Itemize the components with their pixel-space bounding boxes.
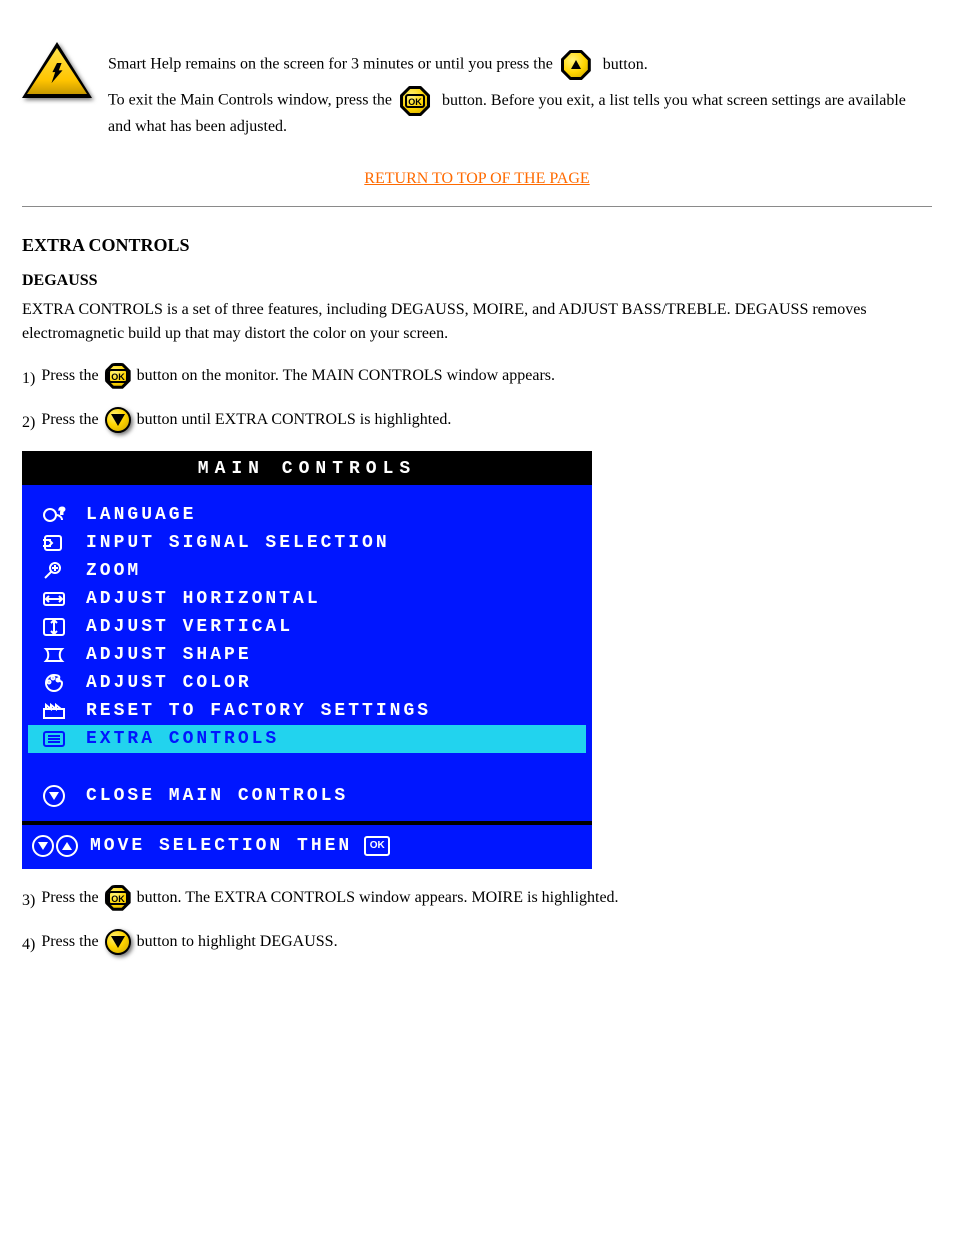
osd-item-adjust-vertical: ADJUST VERTICAL (28, 613, 586, 641)
osd-item-adjust-color: ADJUST COLOR (28, 669, 586, 697)
osd-close-label: CLOSE MAIN CONTROLS (86, 786, 348, 806)
osd-item-language: ? LANGUAGE (28, 501, 586, 529)
step3-b: button. The EXTRA CONTROLS window appear… (137, 885, 619, 911)
degauss-subheading: DEGAUSS (22, 272, 932, 290)
step1-a: Press the (41, 363, 98, 389)
osd-item-label: ADJUST HORIZONTAL (86, 589, 576, 609)
warning-text: Smart Help remains on the screen for 3 m… (108, 50, 932, 144)
extra-intro: EXTRA CONTROLS is a set of three feature… (22, 298, 932, 344)
osd-item-label: LANGUAGE (86, 505, 576, 525)
input-signal-icon (38, 532, 70, 554)
ok-button-icon: OK (105, 363, 131, 389)
extra-controls-heading: EXTRA CONTROLS (22, 235, 932, 256)
up-arrow-button-icon (561, 50, 591, 80)
step-number: 1) (22, 363, 35, 395)
warning-para-2: To exit the Main Controls window, press … (108, 86, 932, 138)
down-arrow-button-icon (105, 407, 131, 433)
svg-text:OK: OK (111, 894, 125, 904)
adjust-vertical-icon (38, 616, 70, 638)
osd-gap (28, 753, 586, 779)
osd-item-label: INPUT SIGNAL SELECTION (86, 533, 576, 553)
osd-item-input-signal: INPUT SIGNAL SELECTION (28, 529, 586, 557)
step2-a: Press the (41, 407, 98, 433)
osd-item-label: ADJUST VERTICAL (86, 617, 576, 637)
osd-item-label: ADJUST COLOR (86, 673, 576, 693)
osd-item-adjust-horizontal: ADJUST HORIZONTAL (28, 585, 586, 613)
adjust-shape-icon (38, 644, 70, 666)
section-divider (22, 206, 932, 207)
language-icon: ? (38, 504, 70, 526)
ok-button-icon: OK (105, 885, 131, 911)
warning-glyph (46, 61, 68, 87)
osd-item-adjust-shape: ADJUST SHAPE (28, 641, 586, 669)
down-arrow-button-icon (105, 929, 131, 955)
return-link-wrap: RETURN TO TOP OF THE PAGE (22, 144, 932, 188)
adjust-horizontal-icon (38, 588, 70, 610)
svg-text:?: ? (59, 507, 67, 518)
return-to-top-link[interactable]: RETURN TO TOP OF THE PAGE (364, 170, 589, 188)
extra-controls-icon (38, 728, 70, 750)
warning-icon (22, 42, 92, 98)
osd-updown-icon (32, 835, 78, 857)
osd-ok-icon: OK (364, 836, 390, 856)
osd-main-controls: MAIN CONTROLS ? LANGUAGE INPUT SIGNAL SE… (22, 451, 592, 869)
warning-para-1: Smart Help remains on the screen for 3 m… (108, 50, 932, 80)
reset-factory-icon (38, 700, 70, 722)
osd-title: MAIN CONTROLS (22, 451, 592, 485)
step1-b: button on the monitor. The MAIN CONTROLS… (137, 363, 555, 389)
step-number: 3) (22, 885, 35, 917)
zoom-icon (38, 560, 70, 582)
step2-b: button until EXTRA CONTROLS is highlight… (137, 407, 452, 433)
step-4: 4) Press the button to highlight DEGAUSS… (22, 929, 932, 961)
warning-p2-a: To exit the Main Controls window, press … (108, 92, 392, 109)
step-number: 2) (22, 407, 35, 439)
step-1: 1) Press the OK button on the monitor. T… (22, 363, 932, 395)
svg-text:OK: OK (408, 97, 422, 107)
osd-body: ? LANGUAGE INPUT SIGNAL SELECTION ZOOM (22, 485, 592, 821)
adjust-color-icon (38, 672, 70, 694)
warning-block: Smart Help remains on the screen for 3 m… (22, 48, 932, 144)
step4-a: Press the (41, 929, 98, 955)
osd-item-label: RESET TO FACTORY SETTINGS (86, 701, 576, 721)
steps-list: 1) Press the OK button on the monitor. T… (22, 363, 932, 439)
osd-item-zoom: ZOOM (28, 557, 586, 585)
svg-text:OK: OK (111, 372, 125, 382)
page: Smart Help remains on the screen for 3 m… (0, 0, 954, 1235)
step-number: 4) (22, 929, 35, 961)
close-icon (38, 785, 70, 807)
osd-item-label: ZOOM (86, 561, 576, 581)
step-3: 3) Press the OK button. The EXTRA CONTRO… (22, 885, 932, 917)
osd-footer: MOVE SELECTION THEN OK (22, 821, 592, 869)
osd-close-row: CLOSE MAIN CONTROLS (28, 779, 586, 821)
steps-list-continued: 3) Press the OK button. The EXTRA CONTRO… (22, 885, 932, 961)
osd-item-extra-controls: EXTRA CONTROLS (28, 725, 586, 753)
ok-button-icon: OK (400, 86, 430, 116)
osd-item-label: ADJUST SHAPE (86, 645, 576, 665)
warning-p1-b: button. (603, 56, 648, 73)
osd-footer-text: MOVE SELECTION THEN (90, 836, 352, 856)
step-2: 2) Press the button until EXTRA CONTROLS… (22, 407, 932, 439)
step3-a: Press the (41, 885, 98, 911)
warning-p1-a: Smart Help remains on the screen for 3 m… (108, 56, 553, 73)
step4-b: button to highlight DEGAUSS. (137, 929, 338, 955)
osd-item-label: EXTRA CONTROLS (86, 729, 576, 749)
osd-item-reset-factory: RESET TO FACTORY SETTINGS (28, 697, 586, 725)
